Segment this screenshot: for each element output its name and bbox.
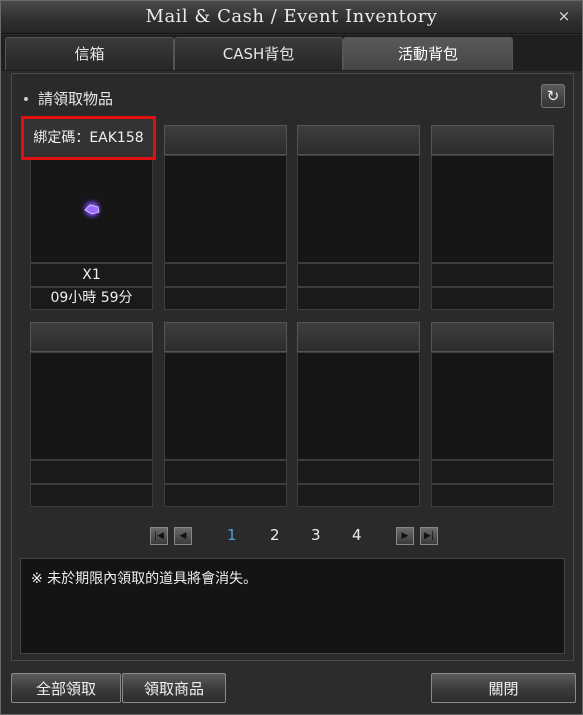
slot-row [297, 460, 420, 484]
item-slot[interactable] [30, 322, 153, 507]
slot-header [297, 322, 420, 352]
section-label: 請領取物品 [38, 90, 114, 108]
item-slot[interactable] [297, 125, 420, 310]
page-2[interactable]: 2 [270, 526, 280, 544]
binding-code-highlight: 綁定碼：EAK158 [21, 116, 156, 160]
slot-row [30, 484, 153, 507]
title-bar[interactable]: Mail & Cash / Event Inventory × [1, 1, 582, 34]
slot-header [164, 322, 287, 352]
slot-header [164, 125, 287, 155]
binding-code: 綁定碼：EAK158 [24, 119, 153, 157]
slot-image [164, 155, 287, 263]
item-slot[interactable] [431, 322, 554, 507]
notice-box: ※ 未於期限內領取的道具將會消失。 [20, 558, 565, 654]
slot-row [297, 287, 420, 310]
slot-header [297, 125, 420, 155]
inventory-panel: 請領取物品 ↻ X1 09小時 59分 |◀ ◀ 1 2 3 4 ▶ ▶| ※ … [11, 73, 574, 661]
slot-image [164, 352, 287, 460]
purple-gem-icon [80, 197, 104, 221]
slot-image [431, 155, 554, 263]
slot-row [431, 460, 554, 484]
window-title: Mail & Cash / Event Inventory [145, 6, 438, 27]
close-icon[interactable]: × [556, 8, 572, 24]
claim-item-button[interactable]: 領取商品 [122, 673, 226, 703]
first-page-icon[interactable]: |◀ [150, 527, 168, 545]
last-page-icon[interactable]: ▶| [420, 527, 438, 545]
slot-header [30, 322, 153, 352]
page-4[interactable]: 4 [352, 526, 362, 544]
slot-image [30, 352, 153, 460]
slot-image [431, 352, 554, 460]
tab-event-inventory[interactable]: 活動背包 [343, 37, 513, 70]
tab-bar: 信箱 CASH背包 活動背包 [1, 35, 582, 71]
slot-header [431, 125, 554, 155]
page-3[interactable]: 3 [311, 526, 321, 544]
bullet-icon [24, 97, 28, 101]
page-1[interactable]: 1 [227, 526, 237, 544]
item-time-left: 09小時 59分 [30, 287, 153, 310]
next-page-icon[interactable]: ▶ [396, 527, 414, 545]
slot-row [164, 263, 287, 287]
prev-page-icon[interactable]: ◀ [174, 527, 192, 545]
tab-mailbox[interactable]: 信箱 [5, 37, 174, 70]
slot-row [297, 484, 420, 507]
pagination: |◀ ◀ 1 2 3 4 ▶ ▶| [12, 523, 573, 549]
slot-row [297, 263, 420, 287]
refresh-icon[interactable]: ↻ [541, 84, 565, 108]
slot-row [431, 263, 554, 287]
slot-row [164, 460, 287, 484]
item-slot[interactable] [164, 125, 287, 310]
item-quantity: X1 [30, 263, 153, 287]
slot-header [431, 322, 554, 352]
inventory-window: Mail & Cash / Event Inventory × 信箱 CASH背… [0, 0, 583, 715]
slot-row [431, 287, 554, 310]
slot-row [164, 287, 287, 310]
slot-image [297, 352, 420, 460]
close-button[interactable]: 關閉 [431, 673, 576, 703]
slot-image [30, 155, 153, 263]
slot-image [297, 155, 420, 263]
item-slot[interactable] [297, 322, 420, 507]
slot-row [431, 484, 554, 507]
item-slot[interactable] [431, 125, 554, 310]
item-slot[interactable] [164, 322, 287, 507]
tab-cash-inventory[interactable]: CASH背包 [174, 37, 343, 70]
slot-row [30, 460, 153, 484]
slot-row [164, 484, 287, 507]
claim-all-button[interactable]: 全部領取 [11, 673, 121, 703]
